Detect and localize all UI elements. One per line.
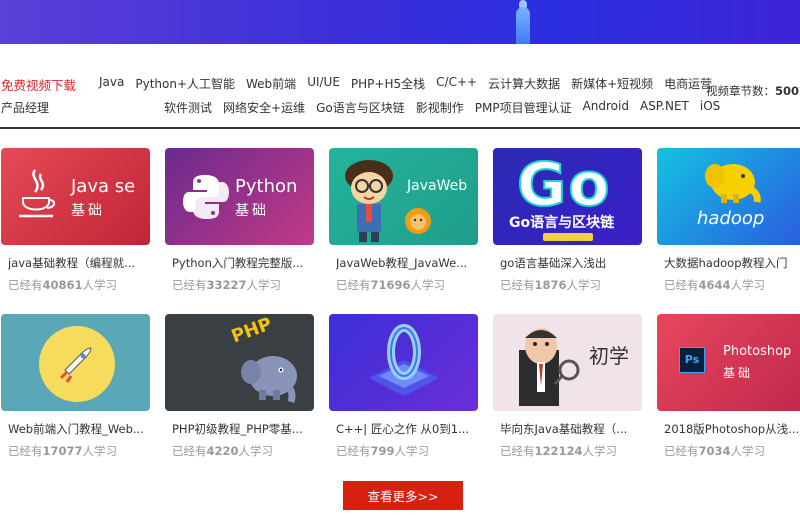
learner-count: 已经有799人学习 (336, 444, 430, 458)
course-card[interactable]: Python 基础 Python入门教程完整版... 已经有33227人学习 (165, 148, 315, 298)
course-card[interactable]: Go Go语言与区块链 go语言基础深入浅出 已经有1876人学习 (493, 148, 643, 298)
nav-link[interactable]: PMP项目管理认证 (475, 99, 572, 116)
view-more-button[interactable]: 查看更多>> (343, 481, 463, 510)
nav-link[interactable]: ASP.NET (640, 99, 689, 116)
course-title[interactable]: Python入门教程完整版... (172, 255, 317, 271)
thumb-subtitle: 基础 (235, 203, 269, 219)
learner-count: 已经有4644人学习 (664, 278, 766, 292)
nav-link[interactable]: Java (99, 75, 124, 92)
isometric-zero-icon (369, 324, 439, 396)
nav-link[interactable]: 新媒体+短视频 (571, 75, 653, 92)
thumb-subtitle: 基础 (723, 366, 754, 380)
course-title[interactable]: C++| 匠心之作 从0到1... (336, 421, 481, 437)
course-thumbnail[interactable]: JavaWeb (329, 148, 478, 245)
course-title[interactable]: java基础教程（编程就... (8, 255, 153, 271)
course-thumbnail[interactable] (1, 314, 150, 411)
top-banner (0, 0, 800, 44)
nav-link[interactable]: Python+人工智能 (135, 75, 235, 92)
learner-count: 已经有40861人学习 (8, 278, 118, 292)
category-nav: 免费视频下载 产品经理 Java Python+人工智能 Web前端 UI/UE… (0, 72, 800, 128)
nav-link[interactable]: 云计算大数据 (488, 75, 560, 92)
stats-label: 视频章节数： (706, 84, 775, 98)
nav-link[interactable]: Android (583, 99, 629, 116)
nav-row-2: 软件测试 网络安全+运维 Go语言与区块链 影视制作 PMP项目管理认证 And… (164, 99, 731, 116)
learner-count: 已经有1876人学习 (500, 278, 602, 292)
course-thumbnail[interactable]: hadoop (657, 148, 800, 245)
course-title[interactable]: Web前端入门教程_Web... (8, 421, 153, 437)
nav-link[interactable]: 软件测试 (164, 99, 212, 116)
nav-link[interactable]: 网络安全+运维 (223, 99, 305, 116)
thumb-title: JavaWeb (407, 178, 468, 194)
php-logo-text: PHP (228, 314, 275, 348)
course-card[interactable]: hadoop 大数据hadoop教程入门 已经有4644人学习 (657, 148, 800, 298)
thumb-badge (543, 233, 593, 241)
nav-link[interactable]: Web前端 (246, 75, 296, 92)
course-thumbnail[interactable]: 初学 (493, 314, 642, 411)
learner-count: 已经有17077人学习 (8, 444, 118, 458)
course-thumbnail[interactable]: Ps Photoshop 基础 (657, 314, 800, 411)
thumb-title: Java se (71, 176, 136, 197)
nav-link[interactable]: 影视制作 (416, 99, 464, 116)
course-thumbnail[interactable]: Python 基础 (165, 148, 314, 245)
python-logo-icon (183, 175, 229, 219)
course-thumbnail[interactable]: Java se 基础 (1, 148, 150, 245)
thumb-title: Photoshop (723, 344, 792, 359)
stats-value: 5007 (775, 84, 800, 98)
course-thumbnail[interactable]: PHP (165, 314, 314, 411)
free-video-download-link[interactable]: 免费视频下载 (1, 75, 76, 94)
go-logo-text: Go (516, 149, 612, 221)
course-card[interactable]: Java se 基础 java基础教程（编程就... 已经有40861人学习 (1, 148, 151, 298)
course-thumbnail[interactable]: Go Go语言与区块链 (493, 148, 642, 245)
nav-link[interactable]: iOS (700, 99, 720, 116)
course-card[interactable]: 初学 毕向东Java基础教程（... 已经有122124人学习 (493, 314, 643, 464)
course-card[interactable]: Web前端入门教程_Web... 已经有17077人学习 (1, 314, 151, 464)
course-title[interactable]: go语言基础深入浅出 (500, 255, 645, 271)
course-title[interactable]: PHP初级教程_PHP零基... (172, 421, 317, 437)
course-title[interactable]: 毕向东Java基础教程（... (500, 421, 645, 437)
nav-link[interactable]: PHP+H5全栈 (351, 75, 425, 92)
nav-link[interactable]: UI/UE (307, 75, 340, 92)
learner-count: 已经有33227人学习 (172, 278, 282, 292)
thumb-title: hadoop (697, 208, 765, 229)
lion-icon (405, 208, 431, 234)
banner-decoration (516, 7, 530, 44)
course-card[interactable]: JavaWeb JavaWeb教程_JavaWe... 已经有71696人学习 (329, 148, 479, 298)
course-title[interactable]: 2018版Photoshop从浅... (664, 421, 800, 437)
thumb-title: Python (235, 176, 298, 197)
nav-divider (0, 127, 800, 129)
php-elephant-icon (241, 356, 297, 403)
learner-count: 已经有71696人学习 (336, 278, 446, 292)
nav-row-1: Java Python+人工智能 Web前端 UI/UE PHP+H5全栈 C/… (99, 75, 723, 92)
course-thumbnail[interactable] (329, 314, 478, 411)
thumb-subtitle: 基础 (71, 203, 105, 219)
photoshop-icon: Ps (679, 347, 705, 373)
learner-count: 已经有7034人学习 (664, 444, 766, 458)
cartoon-teacher-icon (345, 160, 393, 242)
nav-link-product-manager[interactable]: 产品经理 (1, 99, 49, 116)
nav-link[interactable]: Go语言与区块链 (316, 99, 405, 116)
learner-count: 已经有4220人学习 (172, 444, 274, 458)
thumb-title: 初学 (589, 344, 629, 368)
thumb-subtitle: Go语言与区块链 (509, 215, 615, 231)
course-card[interactable]: PHP PHP初级教程_PHP零基... 已经有4220人学习 (165, 314, 315, 464)
hadoop-elephant-icon (705, 164, 761, 203)
learner-count: 已经有122124人学习 (500, 444, 618, 458)
course-title[interactable]: 大数据hadoop教程入门 (664, 255, 800, 271)
course-card[interactable]: Ps Photoshop 基础 2018版Photoshop从浅... 已经有7… (657, 314, 800, 464)
rocket-icon (39, 326, 115, 402)
nav-link[interactable]: C/C++ (436, 75, 477, 92)
video-chapter-count: 视频章节数：5007 (706, 83, 800, 99)
nav-link[interactable]: 电商运营 (664, 75, 712, 92)
course-title[interactable]: JavaWeb教程_JavaWe... (336, 255, 481, 271)
java-cup-icon (19, 169, 55, 218)
cartoon-character-icon (519, 328, 580, 406)
course-card[interactable]: C++| 匠心之作 从0到1... 已经有799人学习 (329, 314, 479, 464)
